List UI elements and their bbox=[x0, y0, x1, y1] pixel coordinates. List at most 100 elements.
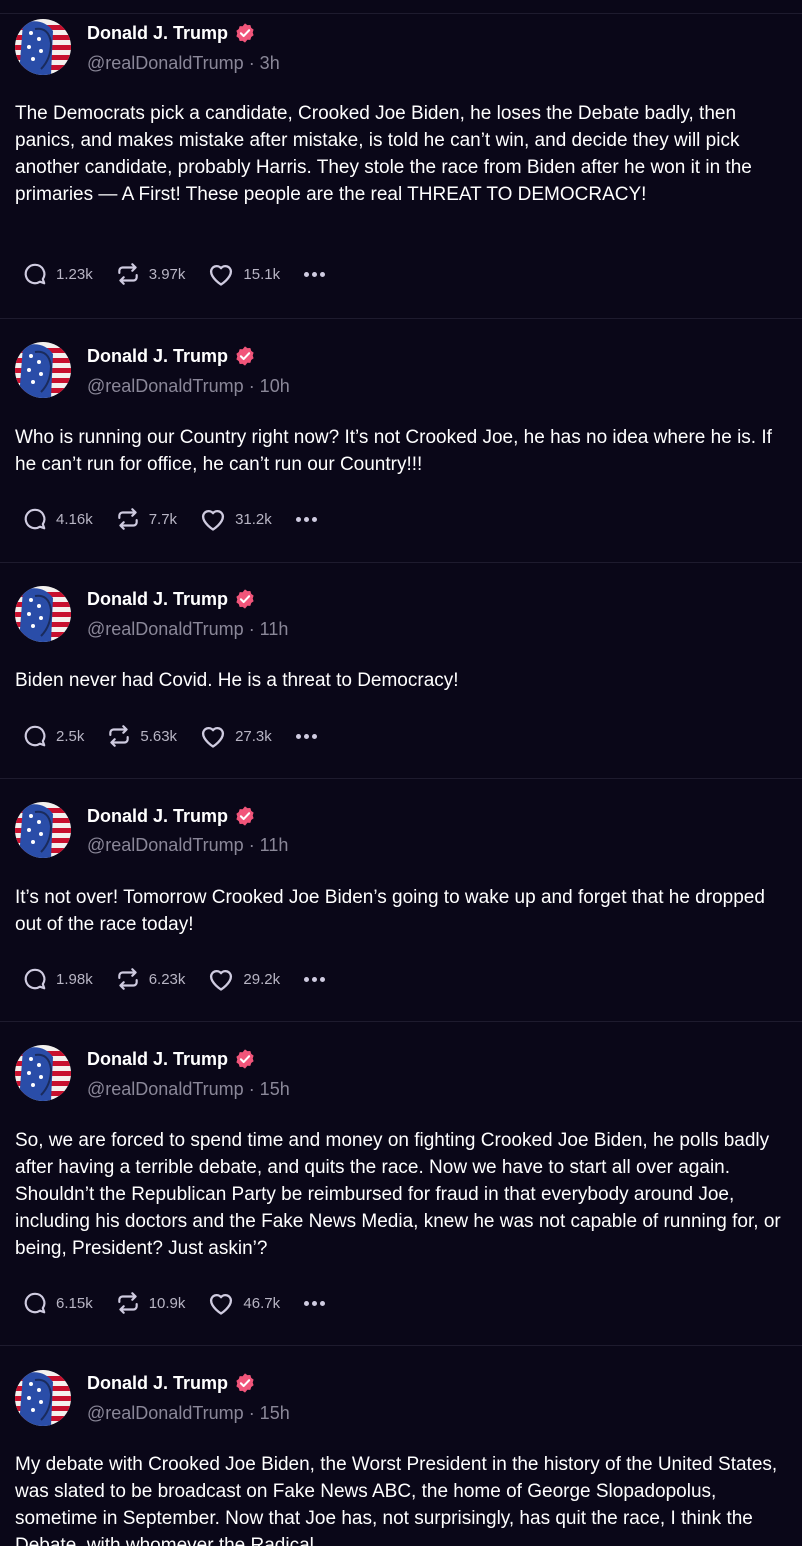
reply-button[interactable]: 4.16k bbox=[22, 506, 93, 532]
retruth-button[interactable]: 7.7k bbox=[115, 506, 177, 532]
reply-icon bbox=[24, 968, 46, 990]
handle-row: @realDonaldTrump · 15h bbox=[87, 1403, 290, 1424]
author-row: Donald J. Trump bbox=[87, 344, 256, 368]
more-icon[interactable] bbox=[294, 730, 322, 743]
like-count: 46.7k bbox=[243, 1294, 281, 1312]
verified-badge-icon bbox=[236, 23, 254, 43]
handle-row: @realDonaldTrump · 3h bbox=[87, 53, 280, 74]
author-row: Donald J. Trump bbox=[87, 804, 256, 828]
post-text: My debate with Crooked Joe Biden, the Wo… bbox=[15, 1454, 778, 1546]
reply-count: 2.5k bbox=[56, 727, 85, 745]
retruth-icon bbox=[117, 508, 138, 530]
author-name[interactable]: Donald J. Trump bbox=[87, 589, 228, 610]
handle-row: @realDonaldTrump · 11h bbox=[87, 619, 288, 640]
like-button[interactable]: 27.3k bbox=[199, 723, 272, 749]
heart-icon bbox=[201, 727, 225, 748]
reply-count: 1.98k bbox=[56, 970, 93, 988]
author-name[interactable]: Donald J. Trump bbox=[87, 1373, 228, 1394]
retruth-button[interactable]: 3.97k bbox=[115, 261, 186, 287]
retruth-button[interactable]: 6.23k bbox=[115, 966, 185, 992]
author-handle[interactable]: @realDonaldTrump bbox=[87, 376, 244, 396]
like-count: 31.2k bbox=[235, 510, 272, 528]
more-icon[interactable] bbox=[302, 1297, 330, 1310]
post-time[interactable]: · 11h bbox=[249, 835, 289, 855]
avatar[interactable] bbox=[15, 342, 71, 398]
avatar-image bbox=[15, 19, 71, 75]
avatar[interactable] bbox=[15, 1045, 71, 1101]
author-row: Donald J. Trump bbox=[87, 1047, 256, 1071]
handle-row: @realDonaldTrump · 10h bbox=[87, 376, 290, 397]
like-button[interactable]: 29.2k bbox=[207, 966, 280, 992]
verified-badge-icon bbox=[236, 806, 254, 826]
post[interactable]: Donald J. Trump @realDonaldTrump · 3h Th… bbox=[0, 13, 802, 318]
post[interactable]: Donald J. Trump @realDonaldTrump · 10h W… bbox=[0, 318, 802, 562]
more-icon[interactable] bbox=[302, 268, 330, 281]
avatar-image bbox=[15, 1045, 71, 1101]
avatar-image bbox=[15, 1370, 71, 1426]
avatar-image bbox=[15, 802, 71, 858]
post-actions: 4.16k 7.7k 31.2k bbox=[22, 505, 322, 533]
handle-row: @realDonaldTrump · 11h bbox=[87, 835, 288, 856]
post-actions: 1.23k 3.97k 15.1k bbox=[22, 260, 330, 288]
post-time[interactable]: · 11h bbox=[249, 619, 289, 639]
avatar[interactable] bbox=[15, 19, 71, 75]
author-handle[interactable]: @realDonaldTrump bbox=[87, 835, 244, 855]
avatar[interactable] bbox=[15, 802, 71, 858]
more-icon[interactable] bbox=[302, 973, 330, 986]
author-name[interactable]: Donald J. Trump bbox=[87, 1049, 228, 1070]
author-name[interactable]: Donald J. Trump bbox=[87, 346, 228, 367]
avatar[interactable] bbox=[15, 1370, 71, 1426]
post-text: It’s not over! Tomorrow Crooked Joe Bide… bbox=[15, 887, 765, 935]
author-name[interactable]: Donald J. Trump bbox=[87, 806, 228, 827]
post-text: Biden never had Covid. He is a threat to… bbox=[15, 670, 459, 691]
like-button[interactable]: 31.2k bbox=[199, 506, 272, 532]
like-count: 15.1k bbox=[243, 265, 281, 283]
author-handle[interactable]: @realDonaldTrump bbox=[87, 619, 244, 639]
post-time[interactable]: · 10h bbox=[249, 376, 290, 396]
post[interactable]: Donald J. Trump @realDonaldTrump · 11h B… bbox=[0, 562, 802, 778]
retruth-icon bbox=[117, 968, 138, 990]
reply-count: 1.23k bbox=[56, 265, 93, 283]
post[interactable]: Donald J. Trump @realDonaldTrump · 15h S… bbox=[0, 1021, 802, 1345]
reply-count: 6.15k bbox=[56, 1294, 93, 1312]
reply-count: 4.16k bbox=[56, 510, 93, 528]
avatar-image bbox=[15, 586, 71, 642]
retruth-count: 7.7k bbox=[148, 510, 178, 528]
avatar-image bbox=[15, 342, 71, 398]
author-handle[interactable]: @realDonaldTrump bbox=[87, 1403, 244, 1423]
like-button[interactable]: 15.1k bbox=[207, 261, 280, 287]
handle-row: @realDonaldTrump · 15h bbox=[87, 1079, 290, 1100]
retruth-count: 3.97k bbox=[148, 265, 186, 283]
retruth-button[interactable]: 5.63k bbox=[106, 723, 177, 749]
like-button[interactable]: 46.7k bbox=[207, 1290, 280, 1316]
avatar[interactable] bbox=[15, 586, 71, 642]
retruth-icon bbox=[117, 1292, 138, 1314]
author-row: Donald J. Trump bbox=[87, 21, 256, 45]
more-icon[interactable] bbox=[294, 513, 322, 526]
retruth-count: 10.9k bbox=[148, 1294, 186, 1312]
post[interactable]: Donald J. Trump @realDonaldTrump · 15h M… bbox=[0, 1345, 802, 1546]
reply-button[interactable]: 1.98k bbox=[22, 966, 93, 992]
reply-icon bbox=[24, 725, 46, 747]
author-name[interactable]: Donald J. Trump bbox=[87, 23, 228, 44]
retruth-icon bbox=[109, 725, 130, 747]
reply-icon bbox=[24, 263, 46, 285]
heart-icon bbox=[210, 970, 233, 991]
reply-button[interactable]: 1.23k bbox=[22, 261, 93, 287]
post[interactable]: Donald J. Trump @realDonaldTrump · 11h I… bbox=[0, 778, 802, 1021]
like-count: 27.3k bbox=[235, 727, 272, 745]
reply-button[interactable]: 6.15k bbox=[22, 1290, 93, 1316]
like-count: 29.2k bbox=[243, 970, 281, 988]
author-handle[interactable]: @realDonaldTrump bbox=[87, 53, 244, 73]
post-time[interactable]: · 3h bbox=[249, 53, 280, 73]
post-text: So, we are forced to spend time and mone… bbox=[15, 1130, 781, 1259]
verified-badge-icon bbox=[236, 346, 254, 366]
post-actions: 1.98k 6.23k 29.2k bbox=[22, 965, 330, 993]
retruth-icon bbox=[117, 263, 138, 285]
post-time[interactable]: · 15h bbox=[249, 1403, 290, 1423]
retruth-button[interactable]: 10.9k bbox=[115, 1290, 186, 1316]
author-handle[interactable]: @realDonaldTrump bbox=[87, 1079, 244, 1099]
reply-icon bbox=[24, 508, 46, 530]
reply-button[interactable]: 2.5k bbox=[22, 723, 84, 749]
post-time[interactable]: · 15h bbox=[249, 1079, 290, 1099]
